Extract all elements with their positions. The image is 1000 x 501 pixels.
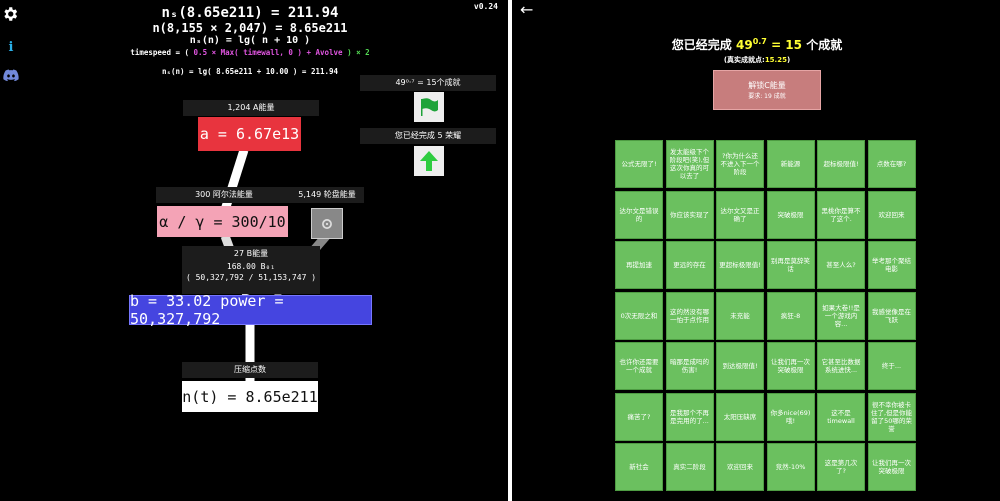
achievement-tile[interactable]: 公式无限了! (615, 140, 663, 188)
achievement-count-label: 49⁰·⁷ = 15个成就 (360, 75, 496, 91)
unlock-c-energy-button[interactable]: 解锁C能量 要求: 19 成就 (713, 70, 821, 110)
gear-icon (322, 218, 332, 229)
achievement-tile[interactable]: 超标极限值! (817, 140, 865, 188)
achievement-tile[interactable]: 0次无限之和 (615, 291, 663, 340)
achievement-tile[interactable]: 达尔文又是正确了 (716, 190, 764, 239)
achievement-tile[interactable]: 真实二阶段 (665, 443, 714, 491)
b01-value: 168.00 B₀₁ (226, 262, 276, 271)
achievement-tile[interactable]: 未充能 (716, 291, 764, 340)
achievement-tile[interactable]: 欢迎回来 (867, 190, 916, 239)
flag-icon (421, 98, 438, 116)
achievement-tile[interactable]: 是我那个不再是完用的了... (665, 392, 714, 441)
achievement-tile[interactable]: 达尔文是错误的 (615, 190, 663, 239)
achievements-panel: ← 您已经完成 490.7 = 15 个成就 (真实成就点:15.25) 解锁C… (512, 0, 1000, 501)
achievement-tile[interactable]: 再提加速 (615, 241, 663, 289)
alpha-gamma-node[interactable]: α / γ = 300/10 (157, 206, 288, 237)
a-node[interactable]: a = 6.67e13 (198, 117, 301, 151)
achievement-tile[interactable]: 突破极限 (766, 190, 815, 239)
achievement-tile[interactable]: 也许你还需要一个成就 (615, 342, 663, 390)
achievement-tile[interactable]: 点数在哪? (867, 140, 916, 188)
achievement-tile[interactable]: 竞然-10% (766, 443, 815, 491)
achievement-tile[interactable]: 更远的存在 (665, 241, 714, 289)
a-energy-label: 1,204 A能量 (183, 100, 319, 116)
achievement-tile[interactable]: 新能源 (766, 140, 815, 188)
achievement-tile[interactable]: 欢迎回来 (716, 443, 764, 491)
n-node[interactable]: n(t) = 8.65e211 (182, 381, 318, 412)
achievement-tile[interactable]: 终于... (867, 342, 916, 390)
achievement-tile[interactable]: 痛苦了? (615, 392, 663, 441)
main-tree-panel: i v0.24 nₛ(8.65e211) = 211.94 n(8,155 × … (0, 0, 508, 501)
achievement-tile[interactable]: ?你为什么还不进入下一个阶段 (716, 140, 764, 188)
back-arrow-icon[interactable]: ← (520, 0, 533, 19)
achievement-tile[interactable]: 你多nice(69)哦! (766, 392, 815, 441)
compress-points-label: 压缩点数 (182, 362, 318, 378)
alpha-energy-label: 300 阿尔法能量 (156, 187, 292, 203)
achievement-tile[interactable]: 甚至人么? (817, 241, 865, 289)
achievement-tile[interactable]: 让我们再一次突破极限 (867, 443, 916, 491)
achievement-tile[interactable]: 这是第几次了? (817, 443, 865, 491)
achievement-tile[interactable]: 别再是莫辞笑话 (766, 241, 815, 289)
b01-detail: ( 50,327,792 / 51,153,747 ) (185, 273, 317, 282)
achievement-tile[interactable]: 让我们再一次突破极限 (766, 342, 815, 390)
achievement-tile[interactable]: 更超标极限值! (716, 241, 764, 289)
achievement-tile[interactable]: 很不幸你被卡住了,但是你能留了50哪的荣誉 (867, 392, 916, 441)
achievement-tile[interactable]: 如果大卷!!是一个游戏内容... (817, 291, 865, 340)
wheel-energy-label: 5,149 轮盘能量 (290, 187, 364, 203)
achievement-tile[interactable]: 举考那个聚结电影 (867, 241, 916, 289)
real-points-line: (真实成就点:15.25) (723, 56, 791, 64)
wheel-node[interactable] (311, 208, 343, 239)
achievement-tile[interactable]: 发太能级下个阶段吧(笑),但这次你真的可以去了 (665, 140, 714, 188)
arrow-up-icon (420, 151, 438, 171)
b-node[interactable]: b = 33.02 power = 50,327,792 (129, 292, 372, 328)
b-energy-label: 27 B能量 (233, 249, 269, 258)
b-info-panel: 27 B能量 168.00 B₀₁ ( 50,327,792 / 51,153,… (182, 246, 320, 294)
achievement-tile[interactable]: 黑桃你是算不了这个. (817, 190, 865, 239)
achievement-base: 49 (736, 38, 753, 52)
achievement-tile[interactable]: 新社会 (615, 443, 663, 491)
achievement-tile[interactable]: 你应该实现了 (665, 190, 714, 239)
achievement-tile[interactable]: 疯狂-8 (766, 291, 815, 340)
achievement-tile[interactable]: 我感觉像是在飞跃 (867, 291, 916, 340)
achievements-button[interactable] (414, 92, 444, 122)
honors-button[interactable] (414, 146, 444, 176)
achievement-title: 您已经完成 490.7 = 15 个成就 (671, 37, 843, 52)
achievement-tile[interactable]: 到达极限值! (716, 342, 764, 390)
achievement-tile[interactable]: 这的然没有哪一怕于点作用 (665, 291, 714, 340)
achievement-tile[interactable]: 太阳压缺席 (716, 392, 764, 441)
honor-count-label: 您已经完成 5 荣耀 (360, 128, 496, 144)
achievement-tile[interactable]: 它甚至比数据系统进快... (817, 342, 865, 390)
achievement-grid: 公式无限了! 发太能级下个阶段吧(笑),但这次你真的可以去了 ?你为什么还不进入下一… (615, 140, 916, 491)
achievement-tile[interactable]: 这不是timewall (817, 392, 865, 441)
achievement-tile[interactable]: 暗那是成吗的伤害! (665, 342, 714, 390)
